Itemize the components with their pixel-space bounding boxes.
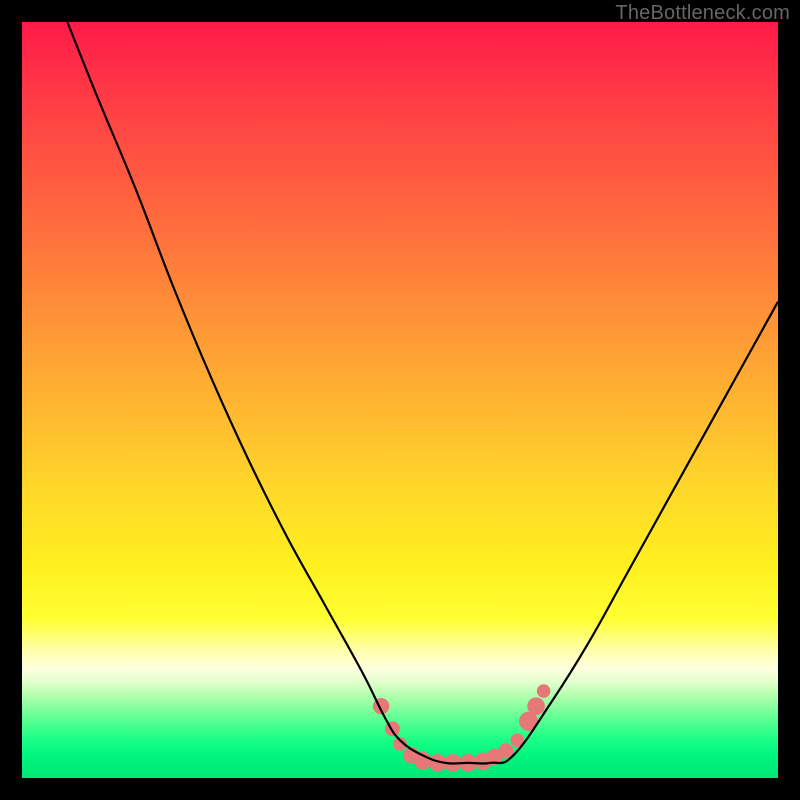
bottleneck-curve [67, 22, 778, 764]
chart-frame: TheBottleneck.com [0, 0, 800, 800]
curve-marker [498, 743, 513, 758]
chart-svg [22, 22, 778, 778]
curve-marker [527, 697, 545, 715]
attribution-text: TheBottleneck.com [615, 2, 790, 25]
curve-marker [537, 684, 551, 698]
chart-plot-area [22, 22, 778, 778]
marker-group [373, 684, 551, 771]
